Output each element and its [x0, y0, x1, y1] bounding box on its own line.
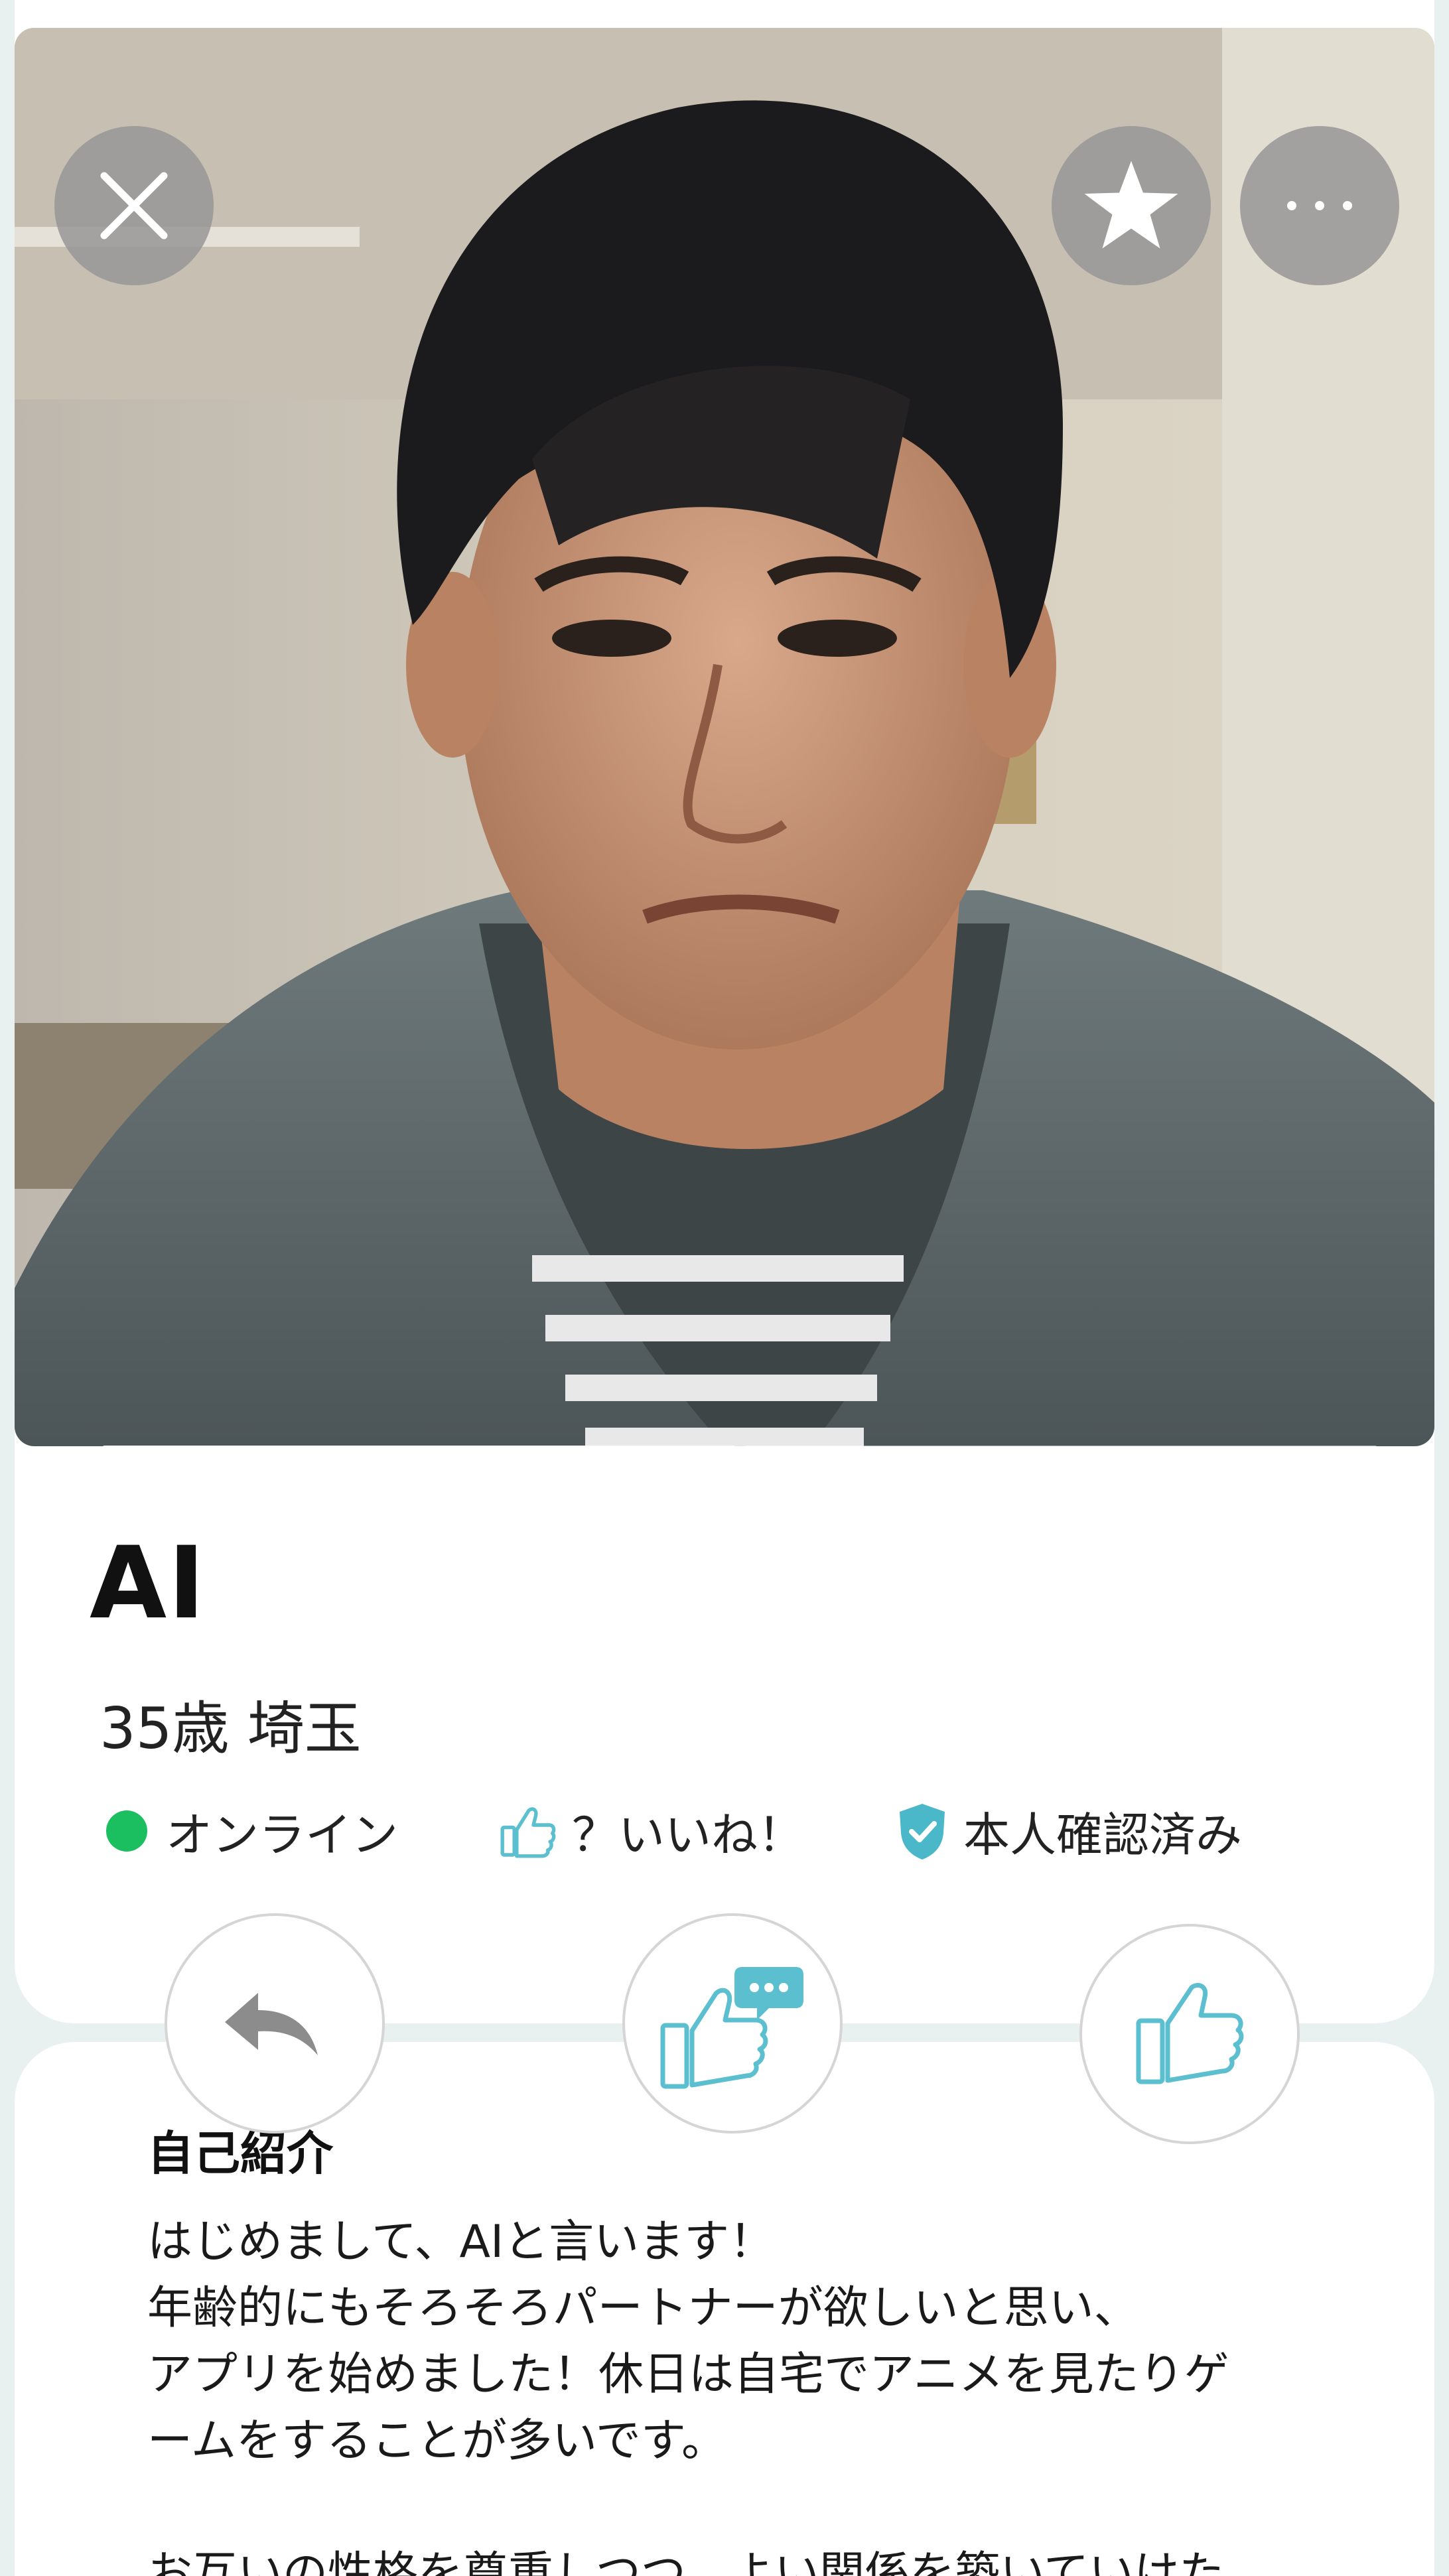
more-icon — [1287, 201, 1352, 210]
message-like-button[interactable] — [622, 1913, 843, 2134]
online-status-label: オンライン — [166, 1807, 398, 1862]
intro-text: はじめまして、AIと言います！ 年齢的にもそろそろパートナーが欲しいと思い、 ア… — [147, 2216, 1229, 2576]
more-button[interactable] — [1240, 126, 1399, 285]
favorite-button[interactable] — [1052, 126, 1211, 285]
verified-status: 本人確認済み — [896, 1795, 1242, 1867]
likes-count: ？いいね！ — [498, 1795, 804, 1867]
undo-button[interactable] — [165, 1913, 385, 2134]
star-icon — [1084, 161, 1178, 249]
profile-name: AI — [90, 1526, 206, 1641]
thumbs-up-icon — [1136, 1983, 1244, 2084]
profile-photo-image — [15, 28, 1434, 1446]
likes-count-label: ？いいね！ — [572, 1807, 804, 1862]
status-row: オンライン ？いいね！ 本人確認済み — [100, 1795, 1360, 1867]
like-with-message-icon — [660, 1967, 803, 2089]
shield-check-icon — [900, 1804, 945, 1860]
undo-arrow-icon — [225, 1993, 318, 2055]
online-status: オンライン — [106, 1795, 398, 1867]
online-dot-icon — [106, 1810, 147, 1852]
verified-status-label: 本人確認済み — [963, 1807, 1242, 1862]
close-icon — [100, 172, 168, 239]
close-button[interactable] — [54, 126, 214, 285]
profile-photo[interactable] — [15, 28, 1434, 1446]
profile-age-location: 35歳 埼玉 — [100, 1696, 362, 1762]
like-button[interactable] — [1079, 1924, 1300, 2144]
thumbs-up-icon — [500, 1807, 556, 1858]
profile-page: AI 35歳 埼玉 オンライン ？いいね！ 本人確認済み 自己紹介 はじめまして… — [0, 0, 1449, 2576]
